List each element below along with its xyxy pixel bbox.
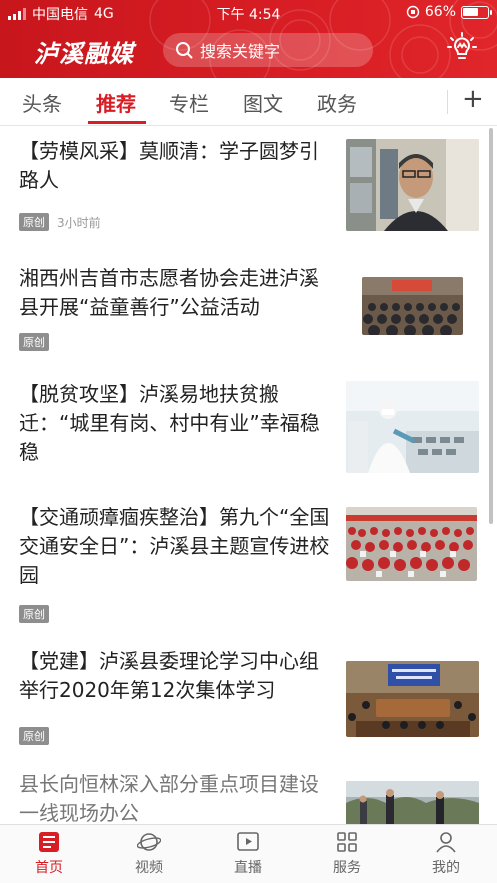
tab-recommended[interactable]: 推荐 (96, 88, 136, 117)
original-badge: 原创 (19, 727, 49, 745)
list-item[interactable]: 【脱贫攻坚】泸溪易地扶贫搬迁：“城里有岗、村中有业”幸福稳稳 (0, 367, 497, 491)
planet-icon (137, 833, 161, 851)
category-tabs: 头条 推荐 专栏 图文 政务 + (0, 78, 497, 126)
app-header: 中国电信 4G 下午 4:54 66% 泸溪融媒 搜索关键字 (0, 0, 497, 78)
list-item[interactable]: 【交通顽瘴痼疾整治】第九个“全国交通安全日”：泸溪县主题宣传进校园 原创 (0, 491, 497, 631)
tab-headlines[interactable]: 头条 (22, 88, 62, 117)
nav-me-label: 我的 (432, 860, 460, 876)
article-thumbnail[interactable] (346, 139, 479, 231)
article-title[interactable]: 县长向恒林深入部分重点项目建设一线现场办公 (19, 770, 335, 825)
home-icon (39, 832, 59, 852)
battery-percent: 66% (424, 4, 456, 20)
article-thumbnail[interactable] (346, 781, 479, 825)
article-thumbnail[interactable] (362, 277, 463, 335)
nav-home-label: 首页 (35, 860, 63, 876)
nav-video-label: 视频 (135, 860, 163, 876)
nav-live-label: 直播 (234, 860, 262, 876)
nav-services[interactable]: 服务 (317, 831, 377, 877)
original-badge: 原创 (19, 213, 49, 231)
active-tab-indicator (88, 121, 146, 124)
grid-icon (337, 832, 357, 852)
article-list[interactable]: 【劳模风采】莫顺清：学子圆梦引路人 原创 3小时前 湘西州吉首市志愿者协会走进泸… (0, 127, 497, 825)
list-item[interactable]: 【党建】泸溪县委理论学习中心组举行2020年第12次集体学习 原创 (0, 631, 497, 753)
list-item[interactable]: 【劳模风采】莫顺清：学子圆梦引路人 原创 3小时前 (0, 127, 497, 247)
nav-video[interactable]: 视频 (119, 831, 179, 877)
rotation-lock-icon (406, 5, 420, 19)
article-thumbnail[interactable] (346, 661, 479, 737)
list-item[interactable]: 湘西州吉首市志愿者协会走进泸溪县开展“益童善行”公益活动 原创 (0, 247, 497, 367)
nav-services-label: 服务 (333, 860, 361, 876)
original-badge: 原创 (19, 605, 49, 623)
bottom-nav: 首页 视频 直播 服务 我的 (0, 824, 497, 883)
lightbulb-icon[interactable] (446, 32, 478, 64)
app-logo: 泸溪融媒 (34, 39, 134, 68)
nav-me[interactable]: 我的 (416, 831, 476, 877)
article-title[interactable]: 【脱贫攻坚】泸溪易地扶贫搬迁：“城里有岗、村中有业”幸福稳稳 (19, 380, 335, 467)
tab-divider (447, 90, 448, 114)
article-thumbnail[interactable] (346, 381, 479, 473)
publish-time: 3小时前 (57, 215, 101, 230)
article-title[interactable]: 湘西州吉首市志愿者协会走进泸溪县开展“益童善行”公益活动 (19, 264, 335, 322)
search-bar[interactable]: 搜索关键字 (163, 33, 373, 67)
status-bar: 中国电信 4G 下午 4:54 66% (0, 0, 497, 26)
article-title[interactable]: 【党建】泸溪县委理论学习中心组举行2020年第12次集体学习 (19, 647, 335, 705)
search-placeholder: 搜索关键字 (200, 42, 281, 61)
list-item[interactable]: 县长向恒林深入部分重点项目建设一线现场办公 (0, 753, 497, 825)
article-title[interactable]: 【交通顽瘴痼疾整治】第九个“全国交通安全日”：泸溪县主题宣传进校园 (19, 503, 335, 590)
tab-columns[interactable]: 专栏 (169, 88, 209, 117)
scrollbar[interactable] (489, 128, 493, 524)
battery-icon (461, 5, 492, 19)
nav-home[interactable]: 首页 (19, 831, 79, 877)
user-icon (436, 832, 456, 853)
search-icon (176, 42, 193, 59)
original-badge: 原创 (19, 333, 49, 351)
tab-government[interactable]: 政务 (317, 88, 357, 117)
add-channel-icon[interactable]: + (462, 84, 484, 114)
article-thumbnail[interactable] (346, 507, 477, 581)
play-icon (237, 832, 259, 851)
tab-photo-text[interactable]: 图文 (243, 88, 283, 117)
nav-live[interactable]: 直播 (218, 831, 278, 877)
article-title[interactable]: 【劳模风采】莫顺清：学子圆梦引路人 (19, 137, 335, 195)
